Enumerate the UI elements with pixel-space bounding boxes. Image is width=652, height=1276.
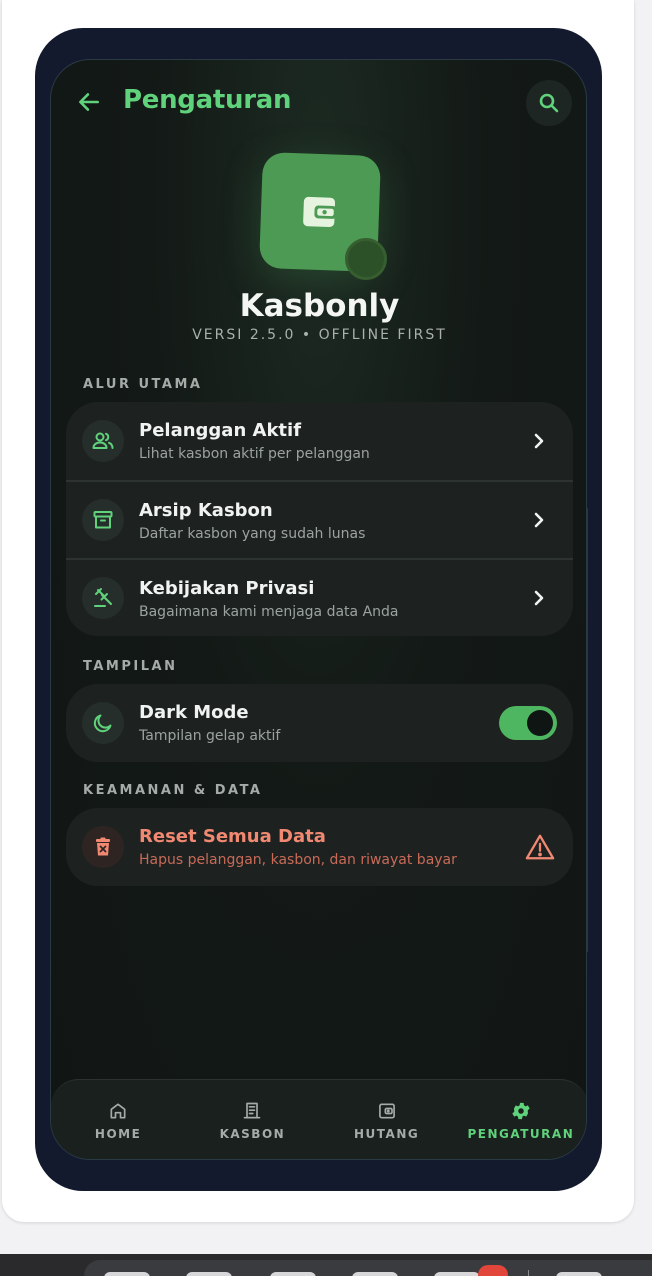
- dark-mode-toggle[interactable]: [499, 706, 557, 740]
- toggle-knob: [527, 710, 553, 736]
- search-icon: [539, 93, 559, 113]
- nav-kasbon[interactable]: KASBON: [185, 1080, 319, 1159]
- row-title: Pelanggan Aktif: [139, 420, 302, 441]
- nav-home[interactable]: HOME: [51, 1080, 185, 1159]
- chevron-right-icon: [529, 588, 549, 608]
- nav-pengaturan[interactable]: PENGATURAN: [454, 1080, 586, 1159]
- page-title: Pengaturan: [123, 85, 292, 115]
- gear-icon: [510, 1100, 532, 1122]
- search-button[interactable]: [526, 80, 572, 126]
- back-button[interactable]: [73, 86, 105, 118]
- row-subtitle: Tampilan gelap aktif: [139, 728, 281, 744]
- row-privacy-policy[interactable]: Kebijakan Privasi Bagaimana kami menjaga…: [66, 558, 573, 636]
- app-name: Kasbonly: [239, 288, 400, 324]
- app-version: VERSI 2.5.0 • OFFLINE FIRST: [192, 327, 447, 343]
- arrow-left-icon: [79, 93, 99, 111]
- row-subtitle: Hapus pelanggan, kasbon, dan riwayat bay…: [139, 852, 457, 868]
- row-text: Kebijakan Privasi Bagaimana kami menjaga…: [139, 578, 399, 622]
- row-title: Arsip Kasbon: [139, 500, 273, 521]
- app-screen: Pengaturan Kasbonly VERSI 2.5.0 • OFFLIN…: [50, 59, 587, 1160]
- chevron-right-icon: [529, 510, 549, 530]
- dock-notification-badge: [478, 1265, 508, 1276]
- wallet-icon: [376, 1100, 398, 1122]
- row-subtitle: Lihat kasbon aktif per pelanggan: [139, 446, 370, 462]
- row-text: Arsip Kasbon Daftar kasbon yang sudah lu…: [139, 500, 365, 544]
- row-text: Reset Semua Data Hapus pelanggan, kasbon…: [139, 826, 457, 870]
- row-title: Reset Semua Data: [139, 826, 326, 847]
- section-label-display: TAMPILAN: [83, 659, 178, 674]
- warning-icon: [525, 832, 555, 862]
- dock-separator: [528, 1270, 529, 1276]
- dock-app-icon[interactable]: [270, 1272, 316, 1276]
- moon-icon: [82, 702, 124, 744]
- nav-label: KASBON: [219, 1127, 286, 1141]
- row-text: Dark Mode Tampilan gelap aktif: [139, 702, 280, 746]
- dock-app-icon[interactable]: [104, 1272, 150, 1276]
- row-reset-data[interactable]: Reset Semua Data Hapus pelanggan, kasbon…: [66, 808, 573, 886]
- row-text: Pelanggan Aktif Lihat kasbon aktif per p…: [139, 420, 370, 464]
- wallet-icon: [303, 196, 337, 228]
- dock-app-icon[interactable]: [186, 1272, 232, 1276]
- row-archive[interactable]: Arsip Kasbon Daftar kasbon yang sudah lu…: [66, 480, 573, 558]
- gavel-icon: [82, 577, 124, 619]
- nav-label: HOME: [94, 1127, 142, 1141]
- nav-label: HUTANG: [354, 1127, 420, 1141]
- section-label-security: KEAMANAN & DATA: [83, 783, 263, 798]
- dock-app-icon[interactable]: [352, 1272, 398, 1276]
- app-logo: [259, 151, 387, 280]
- logo-status-dot: [345, 238, 387, 280]
- receipt-icon: [241, 1100, 263, 1122]
- row-title: Kebijakan Privasi: [139, 578, 315, 599]
- bottom-nav: HOME KASBON HUTANG PENGATURAN: [51, 1079, 586, 1159]
- dock-app-icon[interactable]: [434, 1272, 480, 1276]
- row-active-customers[interactable]: Pelanggan Aktif Lihat kasbon aktif per p…: [66, 402, 573, 480]
- users-icon: [82, 420, 124, 462]
- archive-icon: [82, 499, 124, 541]
- chevron-right-icon: [529, 431, 549, 451]
- home-icon: [107, 1100, 129, 1122]
- dock-app-icon[interactable]: [556, 1272, 602, 1276]
- security-group: Reset Semua Data Hapus pelanggan, kasbon…: [66, 808, 573, 886]
- row-title: Dark Mode: [139, 702, 249, 723]
- trash-icon: [82, 826, 124, 868]
- row-subtitle: Bagaimana kami menjaga data Anda: [139, 604, 399, 620]
- display-group: Dark Mode Tampilan gelap aktif: [66, 684, 573, 762]
- nav-label: PENGATURAN: [467, 1127, 575, 1141]
- section-label-main-flow: ALUR UTAMA: [83, 377, 203, 392]
- nav-hutang[interactable]: HUTANG: [320, 1080, 454, 1159]
- row-dark-mode[interactable]: Dark Mode Tampilan gelap aktif: [66, 684, 573, 762]
- main-flow-group: Pelanggan Aktif Lihat kasbon aktif per p…: [66, 402, 573, 636]
- row-subtitle: Daftar kasbon yang sudah lunas: [139, 526, 366, 542]
